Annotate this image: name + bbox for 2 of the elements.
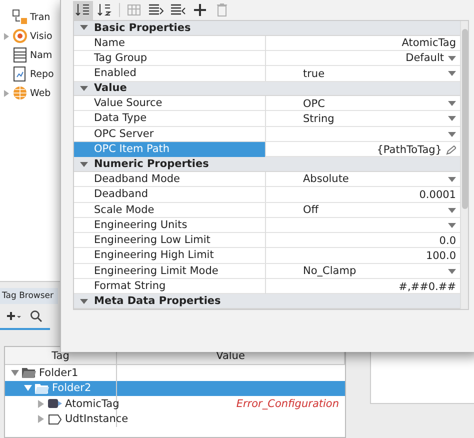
tag-value: Error_Configuration: [236, 398, 339, 410]
panel-title: Tag Browser: [0, 288, 58, 304]
